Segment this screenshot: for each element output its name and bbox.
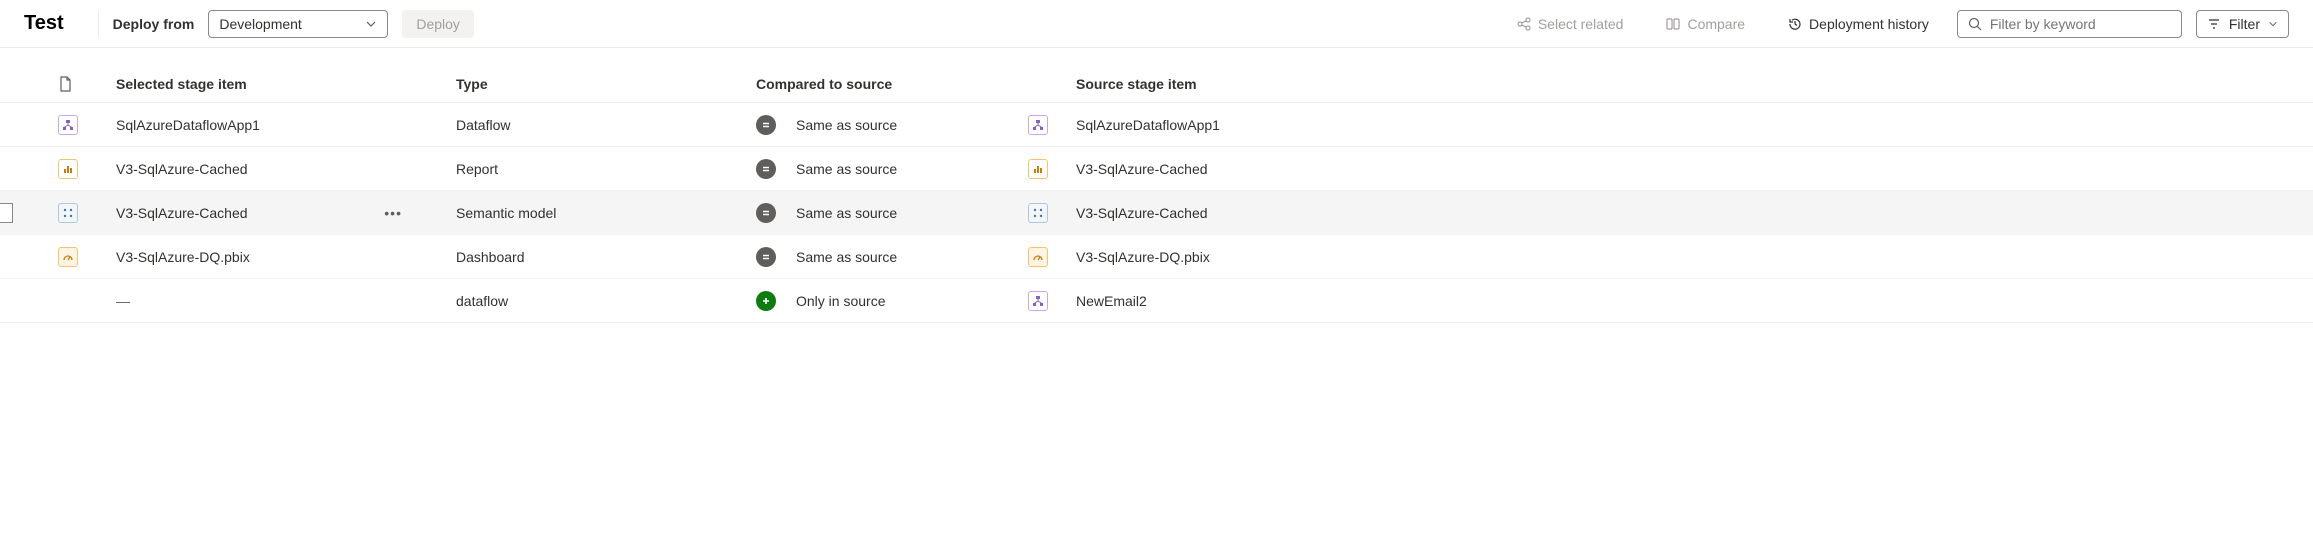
items-table: Selected stage item Type Compared to sou… [0,48,2313,323]
dashboard-icon [48,247,108,267]
source-stage-select[interactable]: Development [208,10,388,38]
status-same-icon [756,159,776,179]
search-icon [1968,17,1982,31]
select-related-button[interactable]: Select related [1502,10,1638,38]
model-icon [48,203,108,223]
col-selected[interactable]: Selected stage item [108,76,448,92]
status-only-icon [756,291,776,311]
item-name[interactable]: V3-SqlAzure-DQ.pbix [116,249,250,265]
item-type: Dataflow [448,117,748,133]
item-type: Semantic model [448,205,748,221]
more-options-icon[interactable]: ••• [378,205,408,221]
compare-icon [1665,16,1681,32]
deployment-history-label: Deployment history [1809,16,1929,32]
status-same-icon [756,247,776,267]
dataflow-icon [1008,291,1068,311]
col-source[interactable]: Source stage item [1068,76,2313,92]
toolbar-divider [98,10,99,38]
table-row[interactable]: V3-SqlAzure-DQ.pbix Dashboard Same as sour… [0,235,2313,279]
toolbar: Test Deploy from Development Deploy Sele… [0,0,2313,48]
source-item-name[interactable]: V3-SqlAzure-DQ.pbix [1068,249,2313,265]
search-input[interactable] [1990,16,2171,32]
table-row[interactable]: SqlAzureDataflowApp1 Dataflow Same as sour… [0,103,2313,147]
compare-button[interactable]: Compare [1651,10,1759,38]
status-same-icon [756,203,776,223]
item-type: Report [448,161,748,177]
compare-label: Same as source [796,117,897,133]
share-icon [1516,16,1532,32]
item-type: Dashboard [448,249,748,265]
model-icon [1008,203,1068,223]
compare-label: Only in source [796,293,885,309]
source-item-name[interactable]: V3-SqlAzure-Cached [1068,161,2313,177]
report-icon [1008,159,1068,179]
table-row[interactable]: V3-SqlAzure-Cached ••• Semantic model Same … [0,191,2313,235]
col-compared[interactable]: Compared to source [748,76,1008,92]
compare-label: Same as source [796,161,897,177]
source-stage-value: Development [219,16,302,32]
item-name[interactable]: — [116,293,130,309]
item-type: dataflow [448,293,748,309]
history-icon [1787,16,1803,32]
item-name[interactable]: SqlAzureDataflowApp1 [116,117,260,133]
col-type[interactable]: Type [448,76,748,92]
table-row[interactable]: V3-SqlAzure-Cached Report Same as source V3… [0,147,2313,191]
filter-icon [2207,17,2221,31]
deploy-from-label: Deploy from [113,16,195,32]
deployment-history-button[interactable]: Deployment history [1773,10,1943,38]
table-header-row: Selected stage item Type Compared to sou… [0,48,2313,103]
item-name[interactable]: V3-SqlAzure-Cached [116,205,248,221]
compare-label: Same as source [796,249,897,265]
filter-label: Filter [2229,16,2260,32]
compare-label: Same as source [796,205,897,221]
deploy-button-label: Deploy [416,16,460,32]
dashboard-icon [1008,247,1068,267]
document-icon [58,76,72,92]
compare-label: Compare [1687,16,1745,32]
item-name[interactable]: V3-SqlAzure-Cached [116,161,248,177]
select-related-label: Select related [1538,16,1624,32]
source-item-name[interactable]: SqlAzureDataflowApp1 [1068,117,2313,133]
status-same-icon [756,115,776,135]
report-icon [48,159,108,179]
chevron-down-icon [2268,19,2278,29]
filter-button[interactable]: Filter [2196,10,2289,38]
row-checkbox[interactable] [0,203,13,223]
dataflow-icon [48,115,108,135]
chevron-down-icon [365,18,377,30]
page-title: Test [24,12,64,35]
table-row[interactable]: — dataflow Only in source NewEmail2 [0,279,2313,323]
source-item-name[interactable]: NewEmail2 [1068,293,2313,309]
search-box[interactable] [1957,10,2182,38]
dataflow-icon [1008,115,1068,135]
source-item-name[interactable]: V3-SqlAzure-Cached [1068,205,2313,221]
deploy-button[interactable]: Deploy [402,10,474,38]
